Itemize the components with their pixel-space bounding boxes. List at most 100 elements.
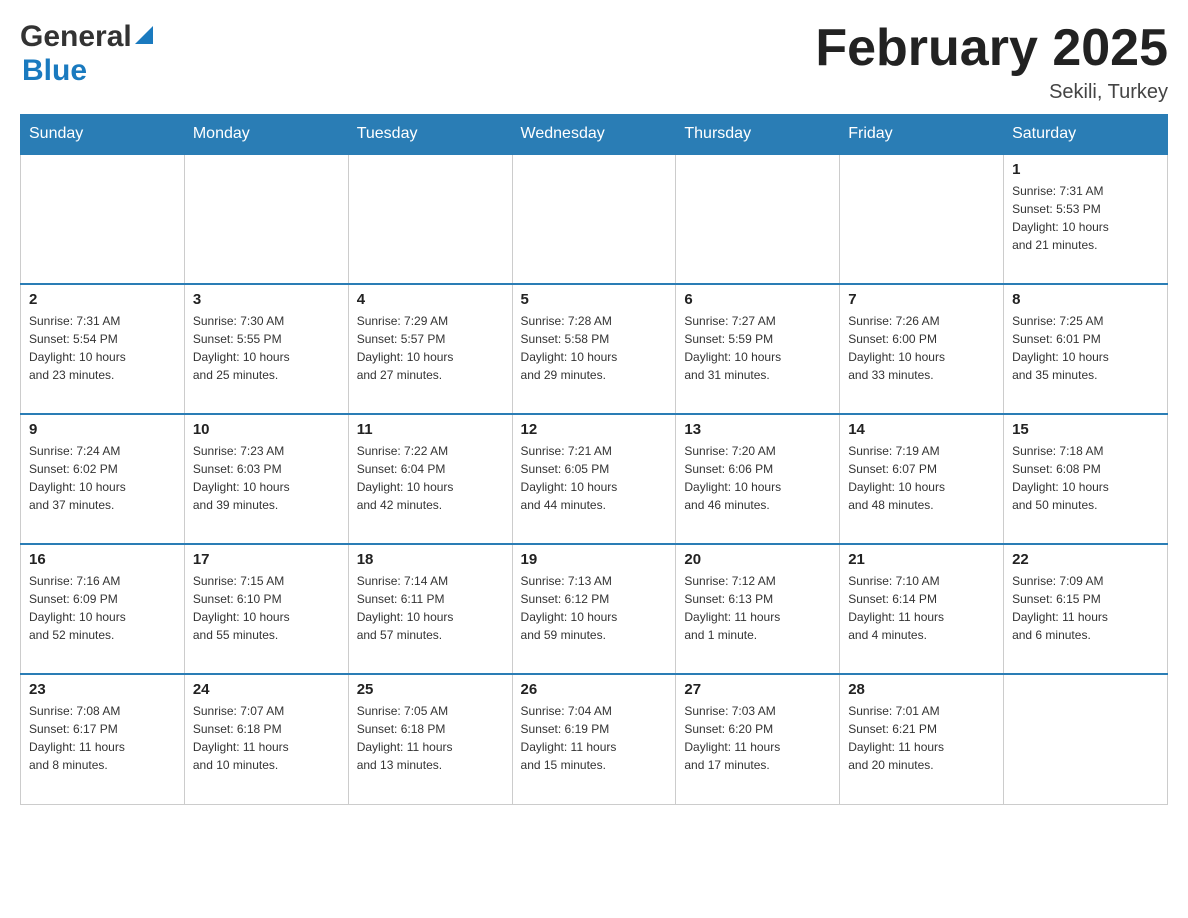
calendar-cell: 20 Sunrise: 7:12 AM Sunset: 6:13 PM Dayli… xyxy=(676,544,840,674)
calendar-header-saturday: Saturday xyxy=(1004,115,1168,155)
calendar-week-4: 16 Sunrise: 7:16 AM Sunset: 6:09 PM Dayli… xyxy=(21,544,1168,674)
calendar-cell xyxy=(1004,674,1168,804)
calendar-cell: 22 Sunrise: 7:09 AM Sunset: 6:15 PM Dayli… xyxy=(1004,544,1168,674)
day-info: Sunrise: 7:10 AM Sunset: 6:14 PM Dayligh… xyxy=(848,572,995,644)
calendar-cell: 10 Sunrise: 7:23 AM Sunset: 6:03 PM Dayli… xyxy=(184,414,348,544)
page-header: General Blue February 2025 Sekili, Turke… xyxy=(20,20,1168,104)
day-info: Sunrise: 7:18 AM Sunset: 6:08 PM Dayligh… xyxy=(1012,442,1159,514)
calendar-cell: 18 Sunrise: 7:14 AM Sunset: 6:11 PM Dayli… xyxy=(348,544,512,674)
calendar-week-5: 23 Sunrise: 7:08 AM Sunset: 6:17 PM Dayli… xyxy=(21,674,1168,804)
calendar-cell: 8 Sunrise: 7:25 AM Sunset: 6:01 PM Daylig… xyxy=(1004,284,1168,414)
logo-blue-text: Blue xyxy=(22,54,87,87)
day-number: 25 xyxy=(357,681,504,698)
calendar-cell: 5Sunrise: 7:28 AM Sunset: 5:58 PM Daylig… xyxy=(512,284,676,414)
day-number: 20 xyxy=(684,551,831,568)
calendar-cell xyxy=(840,154,1004,284)
calendar-cell: 12 Sunrise: 7:21 AM Sunset: 6:05 PM Dayli… xyxy=(512,414,676,544)
calendar-cell: 4Sunrise: 7:29 AM Sunset: 5:57 PM Daylig… xyxy=(348,284,512,414)
calendar-header-wednesday: Wednesday xyxy=(512,115,676,155)
day-info: Sunrise: 7:27 AM Sunset: 5:59 PM Dayligh… xyxy=(684,312,831,384)
calendar-cell: 7Sunrise: 7:26 AM Sunset: 6:00 PM Daylig… xyxy=(840,284,1004,414)
calendar-cell: 21 Sunrise: 7:10 AM Sunset: 6:14 PM Dayli… xyxy=(840,544,1004,674)
calendar-cell: 1 Sunrise: 7:31 AM Sunset: 5:53 PM Daylig… xyxy=(1004,154,1168,284)
day-number: 5 xyxy=(521,291,668,308)
calendar-cell xyxy=(676,154,840,284)
month-title: February 2025 xyxy=(815,20,1168,77)
day-info: Sunrise: 7:14 AM Sunset: 6:11 PM Dayligh… xyxy=(357,572,504,644)
calendar-header-tuesday: Tuesday xyxy=(348,115,512,155)
day-info: Sunrise: 7:30 AM Sunset: 5:55 PM Dayligh… xyxy=(193,312,340,384)
calendar-cell: 3Sunrise: 7:30 AM Sunset: 5:55 PM Daylig… xyxy=(184,284,348,414)
calendar-cell: 9 Sunrise: 7:24 AM Sunset: 6:02 PM Daylig… xyxy=(21,414,185,544)
day-number: 11 xyxy=(357,421,504,438)
logo: General Blue xyxy=(20,20,153,88)
calendar-cell: 23 Sunrise: 7:08 AM Sunset: 6:17 PM Dayli… xyxy=(21,674,185,804)
logo-general-text: General xyxy=(20,20,132,54)
calendar-cell: 17 Sunrise: 7:15 AM Sunset: 6:10 PM Dayli… xyxy=(184,544,348,674)
day-info: Sunrise: 7:01 AM Sunset: 6:21 PM Dayligh… xyxy=(848,702,995,774)
day-number: 8 xyxy=(1012,291,1159,308)
day-info: Sunrise: 7:07 AM Sunset: 6:18 PM Dayligh… xyxy=(193,702,340,774)
day-number: 17 xyxy=(193,551,340,568)
calendar-cell: 19Sunrise: 7:13 AM Sunset: 6:12 PM Dayli… xyxy=(512,544,676,674)
calendar-cell xyxy=(184,154,348,284)
calendar-cell: 25Sunrise: 7:05 AM Sunset: 6:18 PM Dayli… xyxy=(348,674,512,804)
calendar-cell: 16 Sunrise: 7:16 AM Sunset: 6:09 PM Dayli… xyxy=(21,544,185,674)
day-info: Sunrise: 7:25 AM Sunset: 6:01 PM Dayligh… xyxy=(1012,312,1159,384)
day-number: 12 xyxy=(521,421,668,438)
calendar-week-3: 9 Sunrise: 7:24 AM Sunset: 6:02 PM Daylig… xyxy=(21,414,1168,544)
day-info: Sunrise: 7:31 AM Sunset: 5:53 PM Dayligh… xyxy=(1012,182,1159,254)
day-number: 22 xyxy=(1012,551,1159,568)
calendar-header-thursday: Thursday xyxy=(676,115,840,155)
calendar-week-1: 1 Sunrise: 7:31 AM Sunset: 5:53 PM Daylig… xyxy=(21,154,1168,284)
day-number: 26 xyxy=(521,681,668,698)
day-info: Sunrise: 7:23 AM Sunset: 6:03 PM Dayligh… xyxy=(193,442,340,514)
day-info: Sunrise: 7:19 AM Sunset: 6:07 PM Dayligh… xyxy=(848,442,995,514)
day-info: Sunrise: 7:09 AM Sunset: 6:15 PM Dayligh… xyxy=(1012,572,1159,644)
day-info: Sunrise: 7:31 AM Sunset: 5:54 PM Dayligh… xyxy=(29,312,176,384)
day-info: Sunrise: 7:24 AM Sunset: 6:02 PM Dayligh… xyxy=(29,442,176,514)
location-text: Sekili, Turkey xyxy=(815,81,1168,104)
day-number: 16 xyxy=(29,551,176,568)
calendar-cell xyxy=(21,154,185,284)
day-info: Sunrise: 7:12 AM Sunset: 6:13 PM Dayligh… xyxy=(684,572,831,644)
calendar-cell xyxy=(348,154,512,284)
day-info: Sunrise: 7:03 AM Sunset: 6:20 PM Dayligh… xyxy=(684,702,831,774)
day-number: 1 xyxy=(1012,161,1159,178)
day-info: Sunrise: 7:04 AM Sunset: 6:19 PM Dayligh… xyxy=(521,702,668,774)
day-number: 4 xyxy=(357,291,504,308)
day-number: 21 xyxy=(848,551,995,568)
day-info: Sunrise: 7:16 AM Sunset: 6:09 PM Dayligh… xyxy=(29,572,176,644)
day-info: Sunrise: 7:20 AM Sunset: 6:06 PM Dayligh… xyxy=(684,442,831,514)
day-info: Sunrise: 7:15 AM Sunset: 6:10 PM Dayligh… xyxy=(193,572,340,644)
calendar-table: SundayMondayTuesdayWednesdayThursdayFrid… xyxy=(20,114,1168,805)
day-number: 10 xyxy=(193,421,340,438)
logo-triangle-icon xyxy=(135,26,153,44)
day-number: 7 xyxy=(848,291,995,308)
calendar-cell: 2Sunrise: 7:31 AM Sunset: 5:54 PM Daylig… xyxy=(21,284,185,414)
day-number: 28 xyxy=(848,681,995,698)
day-info: Sunrise: 7:21 AM Sunset: 6:05 PM Dayligh… xyxy=(521,442,668,514)
day-number: 6 xyxy=(684,291,831,308)
calendar-cell: 13 Sunrise: 7:20 AM Sunset: 6:06 PM Dayli… xyxy=(676,414,840,544)
calendar-header-sunday: Sunday xyxy=(21,115,185,155)
calendar-cell: 26 Sunrise: 7:04 AM Sunset: 6:19 PM Dayli… xyxy=(512,674,676,804)
day-info: Sunrise: 7:08 AM Sunset: 6:17 PM Dayligh… xyxy=(29,702,176,774)
calendar-cell: 14Sunrise: 7:19 AM Sunset: 6:07 PM Dayli… xyxy=(840,414,1004,544)
calendar-header-row: SundayMondayTuesdayWednesdayThursdayFrid… xyxy=(21,115,1168,155)
day-number: 15 xyxy=(1012,421,1159,438)
calendar-cell: 6 Sunrise: 7:27 AM Sunset: 5:59 PM Daylig… xyxy=(676,284,840,414)
day-number: 19 xyxy=(521,551,668,568)
calendar-cell: 15 Sunrise: 7:18 AM Sunset: 6:08 PM Dayli… xyxy=(1004,414,1168,544)
calendar-cell: 27Sunrise: 7:03 AM Sunset: 6:20 PM Dayli… xyxy=(676,674,840,804)
calendar-cell xyxy=(512,154,676,284)
day-info: Sunrise: 7:22 AM Sunset: 6:04 PM Dayligh… xyxy=(357,442,504,514)
calendar-cell: 24 Sunrise: 7:07 AM Sunset: 6:18 PM Dayli… xyxy=(184,674,348,804)
calendar-cell: 28 Sunrise: 7:01 AM Sunset: 6:21 PM Dayli… xyxy=(840,674,1004,804)
day-number: 18 xyxy=(357,551,504,568)
day-number: 13 xyxy=(684,421,831,438)
day-number: 9 xyxy=(29,421,176,438)
day-number: 23 xyxy=(29,681,176,698)
day-number: 24 xyxy=(193,681,340,698)
calendar-header-friday: Friday xyxy=(840,115,1004,155)
